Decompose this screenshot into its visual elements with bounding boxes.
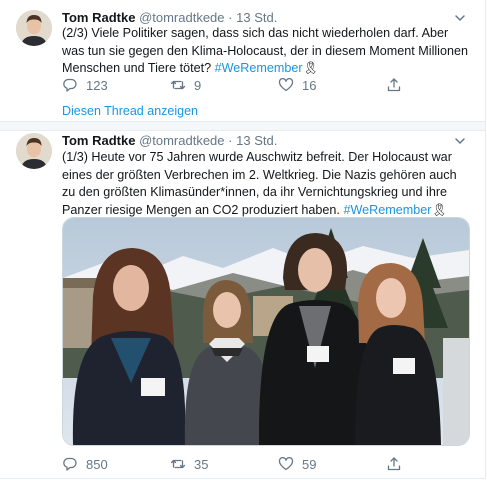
retweet-count: 9 [194, 77, 202, 93]
author-handle[interactable]: @tomradtkede [139, 10, 224, 25]
retweet-button[interactable]: 35 [170, 456, 208, 472]
avatar[interactable] [16, 133, 52, 169]
author-name[interactable]: Tom Radtke [62, 133, 135, 148]
reply-count: 123 [86, 77, 108, 93]
author-name[interactable]: Tom Radtke [62, 10, 135, 25]
share-icon [387, 78, 401, 92]
reply-count: 850 [86, 456, 108, 472]
tweet-separator [0, 121, 485, 131]
retweet-count: 35 [194, 456, 209, 472]
reply-icon [63, 457, 77, 471]
retweet-button[interactable]: 9 [170, 77, 201, 93]
chevron-down-icon[interactable] [453, 11, 467, 25]
tweet-text: (1/3) Heute vor 75 Jahren wurde Auschwit… [62, 149, 470, 219]
timestamp[interactable]: 13 Std. [236, 133, 277, 148]
reply-button[interactable]: 123 [62, 77, 108, 93]
ribbon-emoji: 🎗 [431, 202, 448, 217]
avatar[interactable] [16, 10, 52, 46]
reply-button[interactable]: 850 [62, 456, 108, 472]
separator-dot: · [228, 10, 233, 25]
ribbon-emoji: 🎗 [302, 61, 319, 75]
tweet[interactable]: Tom Radtke @tomradtkede · 13 Std. (2/3) … [0, 0, 485, 122]
reply-icon [63, 78, 77, 92]
tweet-header: Tom Radtke @tomradtkede · 13 Std. [62, 10, 277, 25]
timestamp[interactable]: 13 Std. [236, 10, 277, 25]
like-button[interactable]: 16 [278, 77, 316, 93]
chevron-down-icon[interactable] [453, 134, 467, 148]
hashtag-link[interactable]: #WeRemember [215, 61, 303, 75]
tweet-actions: 850 35 59 [62, 456, 462, 474]
tweet-header: Tom Radtke @tomradtkede · 13 Std. [62, 133, 277, 148]
tweet-text: (2/3) Viele Politiker sagen, dass sich d… [62, 25, 470, 78]
timeline: Tom Radtke @tomradtkede · 13 Std. (2/3) … [0, 0, 486, 479]
separator-dot: · [228, 133, 233, 148]
show-thread-link[interactable]: Diesen Thread anzeigen [62, 104, 198, 118]
heart-icon [278, 77, 294, 92]
share-button[interactable] [386, 456, 402, 472]
share-button[interactable] [386, 77, 402, 93]
tweet-actions: 123 9 16 [62, 77, 462, 95]
like-button[interactable]: 59 [278, 456, 316, 472]
hashtag-link[interactable]: #WeRemember [343, 203, 431, 217]
share-icon [387, 457, 401, 471]
retweet-icon [170, 80, 186, 90]
like-count: 16 [302, 77, 317, 93]
tweet-photo[interactable] [62, 217, 470, 446]
like-count: 59 [302, 456, 317, 472]
heart-icon [278, 456, 294, 471]
author-handle[interactable]: @tomradtkede [139, 133, 224, 148]
retweet-icon [170, 459, 186, 469]
